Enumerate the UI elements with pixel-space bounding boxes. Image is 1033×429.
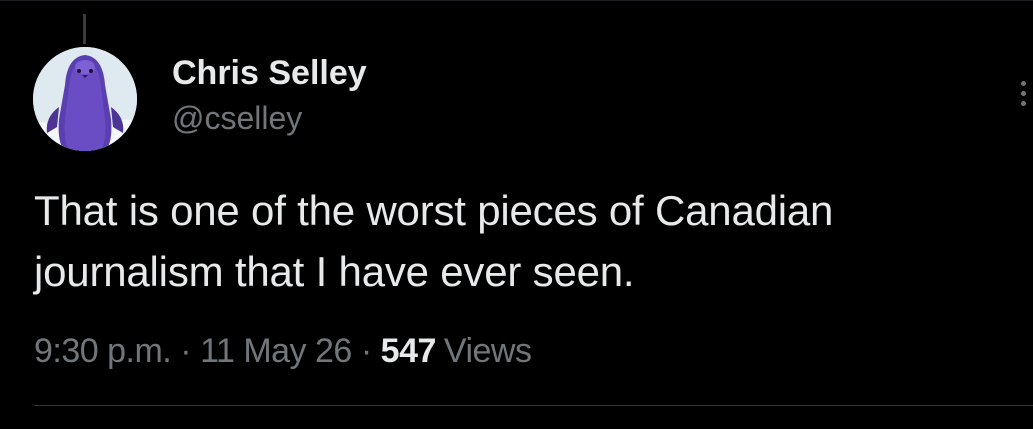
more-vertical-icon-dot [1021, 101, 1026, 106]
tweet-date[interactable]: 11 May 26 [200, 332, 352, 370]
bottom-divider [34, 405, 1033, 406]
meta-separator: · [180, 332, 192, 370]
more-vertical-icon-dot [1021, 91, 1026, 96]
tweet-meta: 9:30 p.m. · 11 May 26 · 547 Views [34, 330, 532, 372]
tweet-time[interactable]: 9:30 p.m. [34, 332, 172, 370]
views-label[interactable]: Views [444, 332, 532, 370]
meta-separator: · [360, 332, 372, 370]
avatar[interactable] [33, 47, 137, 151]
more-vertical-icon [1021, 81, 1026, 86]
tweet-text: That is one of the worst pieces of Canad… [34, 180, 1029, 302]
top-divider [0, 0, 1033, 1]
purple-penguin-avatar-icon [33, 47, 137, 151]
more-options-button[interactable] [1012, 72, 1033, 112]
tweet-text-line: That is one of the worst pieces of Canad… [34, 187, 834, 234]
author-info: Chris Selley @cselley [172, 52, 367, 138]
tweet-text-line: journalism that I have ever seen. [34, 248, 635, 295]
thread-connector-line [83, 14, 86, 44]
views-count[interactable]: 547 [381, 332, 437, 370]
author-handle[interactable]: @cselley [172, 98, 367, 138]
author-display-name[interactable]: Chris Selley [172, 52, 367, 94]
